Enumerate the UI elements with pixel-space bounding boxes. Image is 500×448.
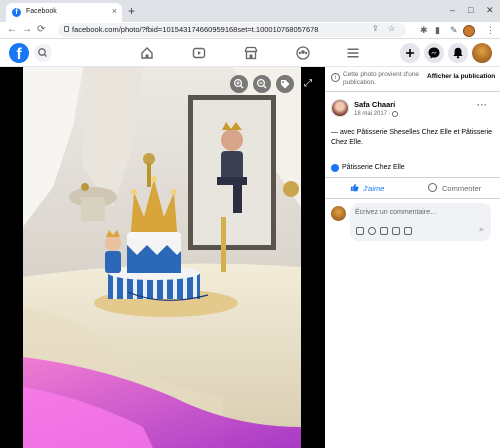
- tagged-page-link[interactable]: Pâtisserie Chez Elle: [342, 164, 405, 171]
- plus-icon: [406, 49, 414, 57]
- extensions-icon[interactable]: ✱: [420, 25, 428, 36]
- comment-input[interactable]: Écrivez un commentaire… ➤: [350, 203, 491, 241]
- zoom-out-button[interactable]: [253, 75, 271, 93]
- friends-audience-icon: [392, 111, 398, 117]
- author-avatar[interactable]: [331, 99, 349, 117]
- author-name[interactable]: Safa Chaari: [354, 100, 395, 109]
- sticker-icon[interactable]: [404, 227, 412, 235]
- like-button[interactable]: J'aime: [363, 184, 384, 193]
- divider: [325, 198, 500, 199]
- facebook-logo-icon[interactable]: f: [9, 43, 29, 63]
- search-icon: [38, 48, 47, 57]
- post-photo[interactable]: [23, 67, 301, 448]
- omnibox[interactable]: facebook.com/photo/?fbid=101543174660959…: [58, 23, 406, 37]
- zoom-in-icon: [233, 78, 244, 89]
- lock-icon[interactable]: [64, 26, 69, 32]
- photo-source-note: Cette photo provient d'une publication.: [343, 71, 420, 86]
- info-icon: i: [331, 73, 340, 82]
- like-icon[interactable]: [350, 183, 359, 192]
- current-user-avatar: [331, 206, 346, 221]
- send-icon[interactable]: ➤: [478, 225, 485, 234]
- gif-icon[interactable]: [392, 227, 400, 235]
- zoom-out-icon: [256, 78, 267, 89]
- zoom-in-button[interactable]: [230, 75, 248, 93]
- create-button[interactable]: [400, 43, 420, 63]
- home-icon[interactable]: [139, 45, 155, 61]
- browser-tab-bar: f Facebook × + – □ ✕: [0, 0, 500, 22]
- groups-icon[interactable]: [295, 45, 311, 61]
- notifications-button[interactable]: [448, 43, 468, 63]
- maximize-button[interactable]: □: [468, 5, 473, 15]
- tab-title: Facebook: [26, 8, 57, 15]
- watch-icon[interactable]: [191, 45, 207, 61]
- close-window-button[interactable]: ✕: [486, 5, 494, 16]
- share-icon[interactable]: ⇪: [372, 24, 379, 33]
- minimize-button[interactable]: –: [450, 5, 455, 15]
- comment-button[interactable]: Commenter: [442, 184, 481, 193]
- emoji-icon[interactable]: [368, 227, 376, 235]
- avatar-sticker-icon[interactable]: [356, 227, 364, 235]
- messenger-button[interactable]: [424, 43, 444, 63]
- post-details-panel: i Cette photo provient d'une publication…: [325, 67, 500, 448]
- bell-icon: [453, 47, 463, 59]
- messenger-icon: [428, 47, 440, 59]
- facebook-favicon-icon: f: [12, 8, 21, 17]
- chrome-profile-avatar[interactable]: [463, 25, 475, 37]
- bookmark-star-icon[interactable]: ☆: [388, 24, 395, 33]
- photo-viewer: ⤢: [0, 67, 325, 448]
- post-date[interactable]: 18 mai 2017 ·: [354, 111, 391, 117]
- comment-icon[interactable]: [428, 183, 437, 192]
- reload-icon[interactable]: ⟳: [37, 24, 45, 35]
- marketplace-icon[interactable]: [243, 45, 259, 61]
- page-tag-icon: [331, 164, 339, 172]
- show-post-button[interactable]: Afficher la publication: [427, 73, 495, 80]
- tag-icon: [281, 80, 290, 89]
- side-panel-icon[interactable]: ▮: [435, 25, 440, 36]
- fullscreen-icon[interactable]: ⤢: [304, 78, 312, 89]
- facebook-header: f: [0, 39, 500, 67]
- account-avatar[interactable]: [472, 43, 492, 63]
- more-options-icon[interactable]: ···: [477, 100, 488, 110]
- search-button[interactable]: [34, 44, 52, 62]
- tab-close-icon[interactable]: ×: [112, 6, 117, 16]
- post-caption: — avec Pâtisserie Sheselles Chez Elle et…: [331, 129, 493, 146]
- menu-icon[interactable]: [345, 45, 361, 61]
- address-bar-row: ← → ⟳ facebook.com/photo/?fbid=101543174…: [0, 22, 500, 39]
- new-tab-button[interactable]: +: [128, 4, 135, 18]
- chrome-menu-icon[interactable]: ⋮: [486, 25, 495, 36]
- birthday-cake-photo: [23, 67, 301, 448]
- url-text[interactable]: facebook.com/photo/?fbid=101543174660959…: [72, 25, 318, 34]
- browser-tab[interactable]: f Facebook ×: [6, 3, 122, 22]
- divider: [325, 177, 500, 178]
- divider: [325, 91, 500, 92]
- extension-icon[interactable]: ✎: [450, 25, 458, 36]
- camera-icon[interactable]: [380, 227, 388, 235]
- tag-button[interactable]: [276, 75, 294, 93]
- back-icon[interactable]: ←: [7, 24, 17, 35]
- forward-icon[interactable]: →: [22, 24, 32, 35]
- comment-placeholder: Écrivez un commentaire…: [355, 209, 438, 216]
